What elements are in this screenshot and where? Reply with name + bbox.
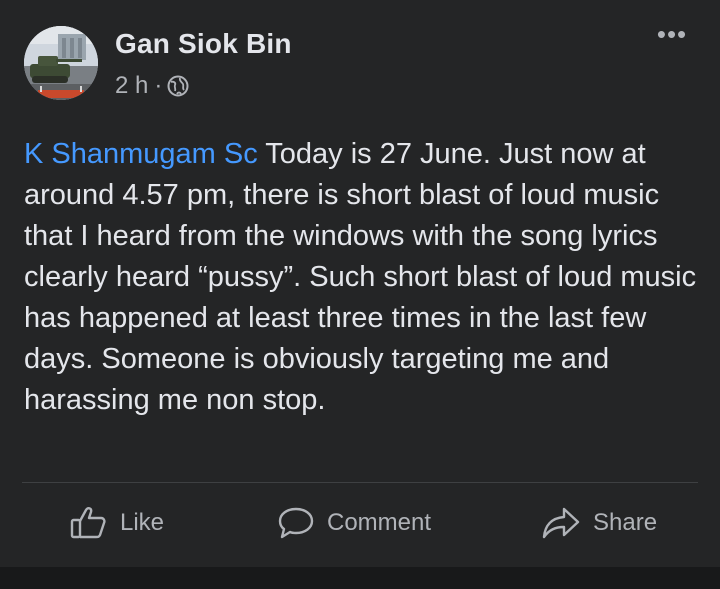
action-bar: Like Comment Share	[0, 484, 720, 567]
avatar-image	[24, 26, 98, 100]
divider	[22, 482, 698, 483]
bottom-strip	[0, 567, 720, 589]
post-body: K Shanmugam Sc Today is 27 June. Just no…	[24, 134, 704, 421]
post-time[interactable]: 2 h	[115, 72, 148, 100]
like-button[interactable]: Like	[70, 506, 164, 540]
post-meta: 2 h ·	[115, 72, 189, 100]
share-icon	[542, 507, 580, 539]
meta-separator: ·	[154, 72, 163, 99]
more-options-button[interactable]: •••	[652, 21, 692, 54]
share-button[interactable]: Share	[541, 506, 657, 540]
comment-button[interactable]: Comment	[277, 506, 431, 540]
globe-icon	[167, 75, 189, 97]
comment-icon	[278, 507, 314, 539]
avatar[interactable]	[24, 26, 98, 100]
author-name[interactable]: Gan Siok Bin	[115, 28, 292, 60]
post-text: Today is 27 June. Just now at around 4.5…	[24, 138, 697, 416]
thumbs-up-icon	[70, 507, 106, 539]
comment-label: Comment	[327, 509, 432, 536]
post-card: Gan Siok Bin 2 h · ••• K Shanmugam Sc To…	[0, 0, 720, 567]
mention-link[interactable]: K Shanmugam Sc	[24, 138, 258, 170]
post-header: Gan Siok Bin 2 h · •••	[0, 0, 720, 110]
share-label: Share	[593, 509, 658, 536]
like-label: Like	[120, 509, 165, 536]
